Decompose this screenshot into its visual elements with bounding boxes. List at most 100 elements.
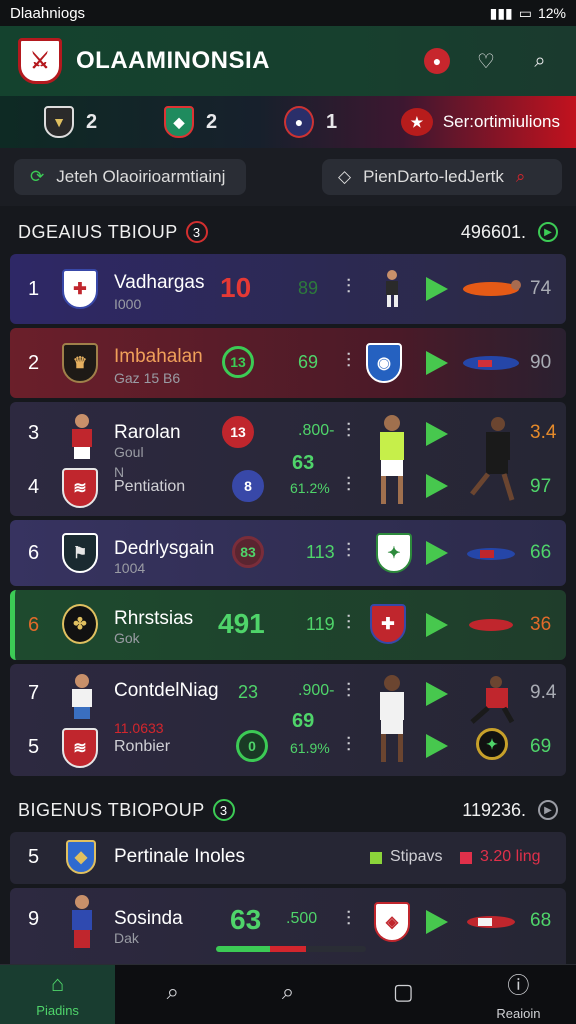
row-score: 491 xyxy=(218,608,265,639)
row-big-stat: 63 xyxy=(292,452,315,474)
row-score: 63 xyxy=(230,904,262,935)
score-item[interactable]: ◆ 2 xyxy=(120,106,240,138)
notification-icon[interactable]: ● xyxy=(424,48,450,74)
team-logo-icon: ★ xyxy=(400,108,433,136)
score-item[interactable]: ▼ 2 xyxy=(0,106,120,138)
team-sub: Gok xyxy=(114,630,140,646)
team-crest-icon: ⚑ xyxy=(62,533,98,573)
section-badge: 3 xyxy=(212,799,235,821)
row-end-value: 97 xyxy=(530,476,552,497)
chart-icon: ⫶ xyxy=(346,908,351,930)
row-ring: 13 xyxy=(222,346,254,378)
play-icon[interactable] xyxy=(426,474,448,498)
action-player-icon xyxy=(458,343,524,383)
table-row[interactable]: 5 ◆ Pertinale Inoles Stipavs 3.20 ling xyxy=(10,832,566,884)
row-stat: 69 xyxy=(298,352,319,372)
standings-button[interactable]: ★ Ser:ortimiulions xyxy=(400,108,560,136)
chevron-right-icon[interactable]: ▶ xyxy=(538,800,558,820)
chart-icon: ⫶ xyxy=(346,276,351,298)
table-row[interactable]: 6 ⚑ Dedrlysgain 1004 83 113 ⫶ ✦ 66 xyxy=(10,520,566,586)
section-value: 496601. xyxy=(460,221,526,242)
row-end-value: 3.4 xyxy=(530,422,557,443)
row-ring-text: 23 xyxy=(238,682,259,702)
filter-left-label: Jeteh Olaoirioarmtiainj xyxy=(56,167,226,186)
action-player-icon xyxy=(458,674,524,724)
team-name: Pertinale Inoles xyxy=(114,846,245,867)
filter-right-label: PienDarto-ledJertk xyxy=(363,167,504,186)
play-icon[interactable] xyxy=(426,910,448,934)
row-rank: 4 xyxy=(28,476,40,498)
play-icon[interactable] xyxy=(426,682,448,706)
search-icon[interactable]: ⌕ xyxy=(522,43,558,79)
row-rank: 3 xyxy=(28,422,40,444)
filter-right[interactable]: ◇ PienDarto-ledJertk ⌕ xyxy=(322,159,562,195)
section-value: 119236. xyxy=(462,799,526,820)
square-icon: ▢ xyxy=(392,978,414,1004)
row-rank: 5 xyxy=(28,846,40,868)
table-row-group[interactable]: 3 Rarolan Goul 13 .800- ⫶ 3.4 4 ≋ N Pent… xyxy=(10,402,566,516)
action-player-icon xyxy=(458,904,524,944)
play-icon[interactable] xyxy=(426,734,448,758)
play-icon[interactable] xyxy=(426,613,448,637)
legend-label-a: Stipavs xyxy=(390,848,443,865)
table-row[interactable]: 1 ✚ Vadhargas I000 10 89 ⫶ 74 xyxy=(10,254,566,324)
team-name: ContdelNiag xyxy=(114,680,219,701)
legend-swatch-red xyxy=(460,852,472,864)
row-rank: 1 xyxy=(28,277,40,300)
table-row[interactable]: 2 ♛ Imbahalan Gaz 15 B6 13 69 ⫶ ◉ 90 xyxy=(10,328,566,398)
play-icon[interactable] xyxy=(426,277,448,301)
team-crest-icon: ≋ xyxy=(62,468,98,508)
chevron-right-icon[interactable]: ▶ xyxy=(538,222,558,242)
team-name: Ronbier xyxy=(114,738,171,755)
score-value: 1 xyxy=(326,110,338,133)
filter-left[interactable]: ⟳ Jeteh Olaoirioarmtiainj xyxy=(14,159,246,195)
row-ring: 13 xyxy=(222,416,254,448)
play-icon[interactable] xyxy=(426,422,448,446)
legend-label-b: 3.20 ling xyxy=(480,848,541,865)
chart-icon: ⫶ xyxy=(346,350,351,372)
progress-bar xyxy=(216,946,366,952)
table-row-group[interactable]: 7 ContdelNiag 11.0633 23 .900- ⫶ 9.4 5 ≋… xyxy=(10,664,566,776)
action-player-icon xyxy=(458,269,524,309)
signal-icon: ▮▮▮ xyxy=(489,4,513,21)
chart-icon: ⫶ xyxy=(346,540,351,562)
row-stat: .800- xyxy=(298,422,335,439)
status-battery: 12% xyxy=(537,5,566,21)
info-icon: ⓘ xyxy=(507,973,530,998)
tab-square[interactable]: ▢ xyxy=(346,965,461,1024)
tab-search[interactable]: ⌕ xyxy=(115,965,230,1024)
team-name: Pentiation xyxy=(114,478,186,495)
table-row-highlighted[interactable]: 6 ✤ Rhrstsias Gok 491 119 ⫶ ✚ 36 xyxy=(10,590,566,660)
team-sub: Goul xyxy=(114,444,144,460)
tab-home[interactable]: ⌂ Piadins xyxy=(0,965,116,1024)
row-end-value: 9.4 xyxy=(530,682,557,703)
crest-icon: ▼ xyxy=(44,106,74,138)
play-icon[interactable] xyxy=(426,541,448,565)
opponent-crest-icon: ✚ xyxy=(370,604,406,644)
tab-info[interactable]: ⓘ Reaioin xyxy=(461,965,576,1024)
team-name: Sosinda xyxy=(114,908,183,929)
row-rank: 9 xyxy=(28,908,40,930)
search-icon: ⌕ xyxy=(281,978,295,1004)
opponent-crest-icon: ◈ xyxy=(374,902,410,942)
crest-icon: ◆ xyxy=(164,106,194,138)
section-title: BIGENUS TBIOPOUP xyxy=(18,799,205,820)
app-title: OLAAMINONSIA xyxy=(76,47,270,74)
table-row[interactable]: 9 Sosinda Dak 63 .500 ⫶ ◈ 68 xyxy=(10,888,566,964)
crest-icon: ● xyxy=(284,106,314,138)
tab-explore[interactable]: ⌕ xyxy=(230,965,345,1024)
player-icon xyxy=(370,672,414,772)
action-player-icon xyxy=(458,534,524,574)
favorites-icon[interactable]: ♡ xyxy=(468,43,504,79)
team-crest-icon: ♛ xyxy=(62,343,98,383)
row-stat: 61.2% xyxy=(290,480,330,496)
app-logo: ⚔ xyxy=(18,38,62,84)
team-crest-icon: ◆ xyxy=(66,840,96,874)
team-sub: 1004 xyxy=(114,560,146,576)
filter-bar: ⟳ Jeteh Olaoirioarmtiainj ◇ PienDarto-le… xyxy=(0,148,576,206)
play-icon[interactable] xyxy=(426,351,448,375)
flag-icon: ◇ xyxy=(338,167,352,186)
score-value: 2 xyxy=(86,110,98,133)
row-end-value: 68 xyxy=(530,910,552,931)
score-item[interactable]: ● 1 xyxy=(240,106,360,138)
